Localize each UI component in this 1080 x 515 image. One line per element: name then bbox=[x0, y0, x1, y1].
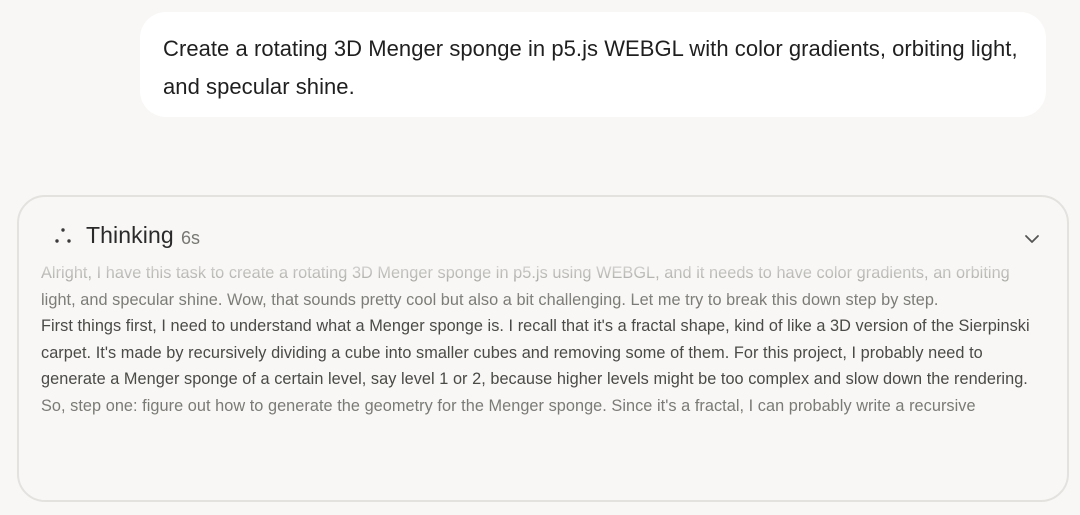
bottom-fade-overlay bbox=[41, 434, 1041, 500]
collapse-thinking-button[interactable] bbox=[1017, 224, 1047, 254]
thinking-content: Alright, I have this task to create a ro… bbox=[41, 260, 1041, 500]
thinking-paragraph-3: So, step one: figure out how to generate… bbox=[41, 396, 976, 415]
thinking-duration: 6s bbox=[181, 228, 201, 248]
dots-triangle-icon bbox=[55, 228, 71, 243]
thinking-panel: Thinking 6s Alright, I have this task to… bbox=[17, 195, 1069, 502]
chevron-down-icon bbox=[1025, 235, 1039, 243]
user-message-bubble: Create a rotating 3D Menger sponge in p5… bbox=[140, 12, 1046, 117]
thinking-label: Thinking bbox=[86, 222, 174, 248]
user-message-text: Create a rotating 3D Menger sponge in p5… bbox=[163, 36, 1018, 99]
thinking-paragraph-2: First things first, I need to understand… bbox=[41, 317, 1030, 388]
thinking-paragraph-1: Alright, I have this task to create a ro… bbox=[41, 264, 1010, 309]
